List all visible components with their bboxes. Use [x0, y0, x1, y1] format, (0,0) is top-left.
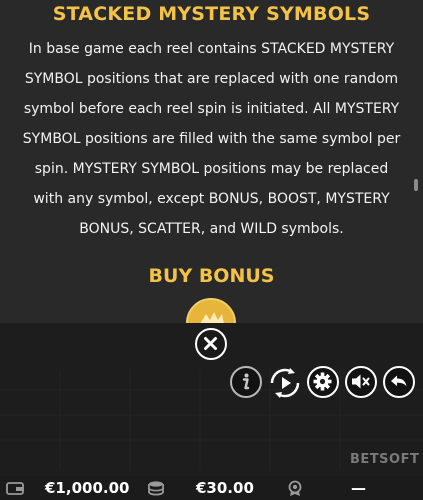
autoplay-button[interactable] [266, 364, 304, 402]
description-line: spin. MYSTERY SYMBOL positions may be re… [34, 161, 389, 177]
feature-description: In base game each reel contains STACKED … [0, 34, 423, 244]
settings-button[interactable] [307, 366, 339, 398]
close-button[interactable] [195, 328, 227, 360]
coins-icon [148, 481, 164, 496]
scrollbar-thumb[interactable] [414, 179, 418, 191]
description-line: with any symbol, except BONUS, BOOST, MY… [33, 191, 390, 207]
description-line: SYMBOL positions are filled with the sam… [22, 131, 401, 147]
description-line: symbol before each reel spin is initiate… [23, 101, 400, 117]
info-button[interactable] [230, 366, 262, 398]
wallet-icon [6, 482, 24, 495]
description-line: In base game each reel contains STACKED … [28, 41, 395, 57]
info-icon [242, 373, 250, 390]
bet-value: €30.00 [196, 479, 254, 497]
back-arrow-icon [391, 375, 407, 387]
gear-icon [313, 372, 332, 391]
section-title: STACKED MYSTERY SYMBOLS [52, 3, 371, 25]
betsoft-logo: BETSOFT [350, 452, 420, 467]
sound-button[interactable] [345, 366, 377, 398]
autoplay-icon [269, 367, 301, 399]
back-button[interactable] [383, 366, 415, 398]
win-value: — [351, 479, 366, 497]
description-line: BONUS, SCATTER, and WILD symbols. [79, 221, 344, 237]
close-icon [204, 337, 217, 350]
description-line: SYMBOL positions that are replaced with … [24, 71, 399, 87]
mute-speaker-icon [352, 374, 370, 389]
info-panel: STACKED MYSTERY SYMBOLS In base game eac… [0, 0, 423, 345]
buy-bonus-title: BUY BONUS [148, 265, 275, 287]
win-medal-icon [288, 480, 302, 496]
balance-value: €1,000.00 [45, 479, 130, 497]
status-bar: €1,000.00 €30.00 — [0, 476, 423, 500]
